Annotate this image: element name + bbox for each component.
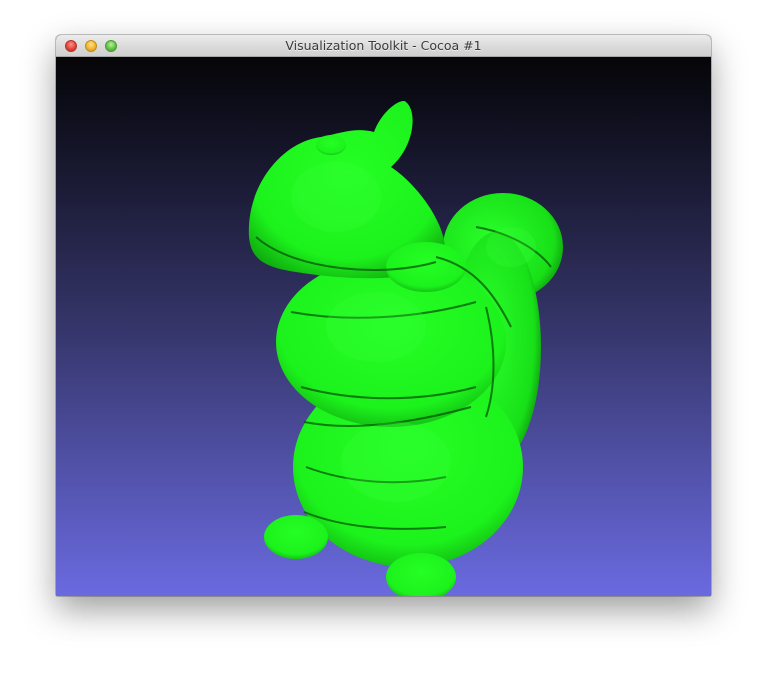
- squirrel-ear: [316, 135, 346, 155]
- title-bar[interactable]: Visualization Toolkit - Cocoa #1: [56, 35, 711, 57]
- squirrel-model: [248, 101, 563, 596]
- render-viewport[interactable]: [56, 57, 711, 596]
- render-canvas: [248, 101, 563, 596]
- window-title: Visualization Toolkit - Cocoa #1: [285, 38, 482, 53]
- app-window: Visualization Toolkit - Cocoa #1: [56, 35, 711, 596]
- squirrel-foot-left: [264, 515, 328, 559]
- squirrel-paw: [386, 242, 466, 292]
